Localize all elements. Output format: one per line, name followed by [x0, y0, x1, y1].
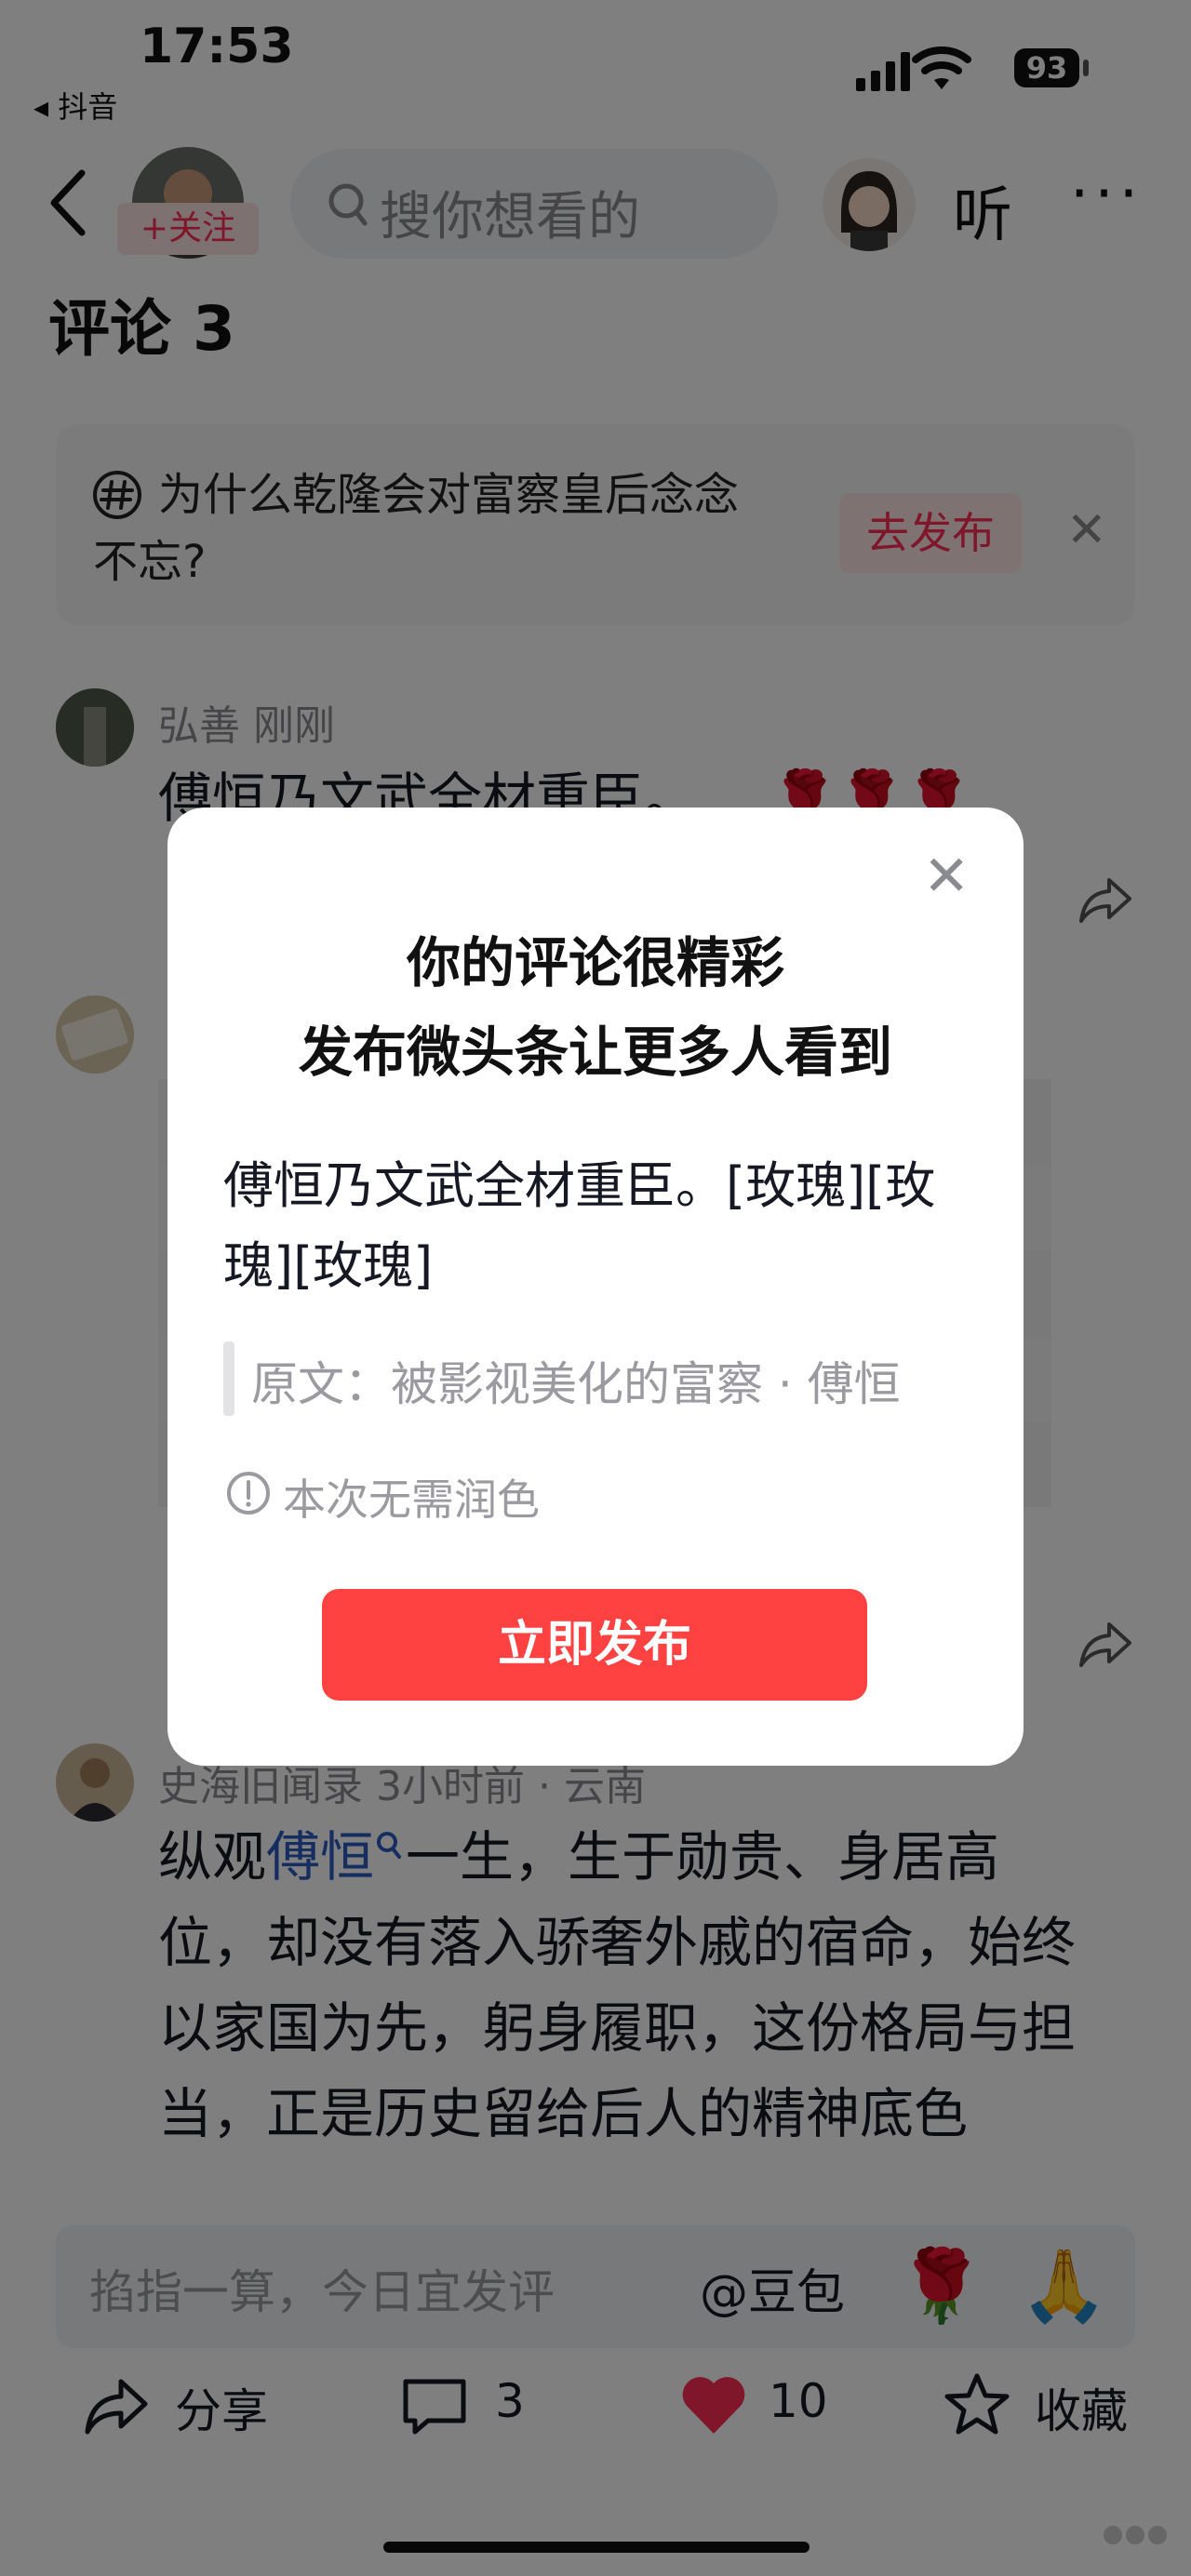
info-icon [227, 1472, 270, 1515]
modal-title-line1: 你的评论很精彩 [406, 931, 784, 994]
modal-close-icon[interactable]: ✕ [923, 848, 970, 904]
quote-bar [223, 1341, 234, 1416]
modal-note: 本次无需润色 [283, 1475, 540, 1525]
modal-title-line2: 发布微头条让更多人看到 [298, 1021, 892, 1084]
modal-original-quote: 原文：被影视美化的富察 · 傅恒 [251, 1357, 901, 1411]
publish-now-button[interactable]: 立即发布 [322, 1589, 867, 1701]
modal-comment-text: 傅恒乃文武全材重臣。[玫瑰][玫瑰][玫瑰] [223, 1156, 936, 1295]
